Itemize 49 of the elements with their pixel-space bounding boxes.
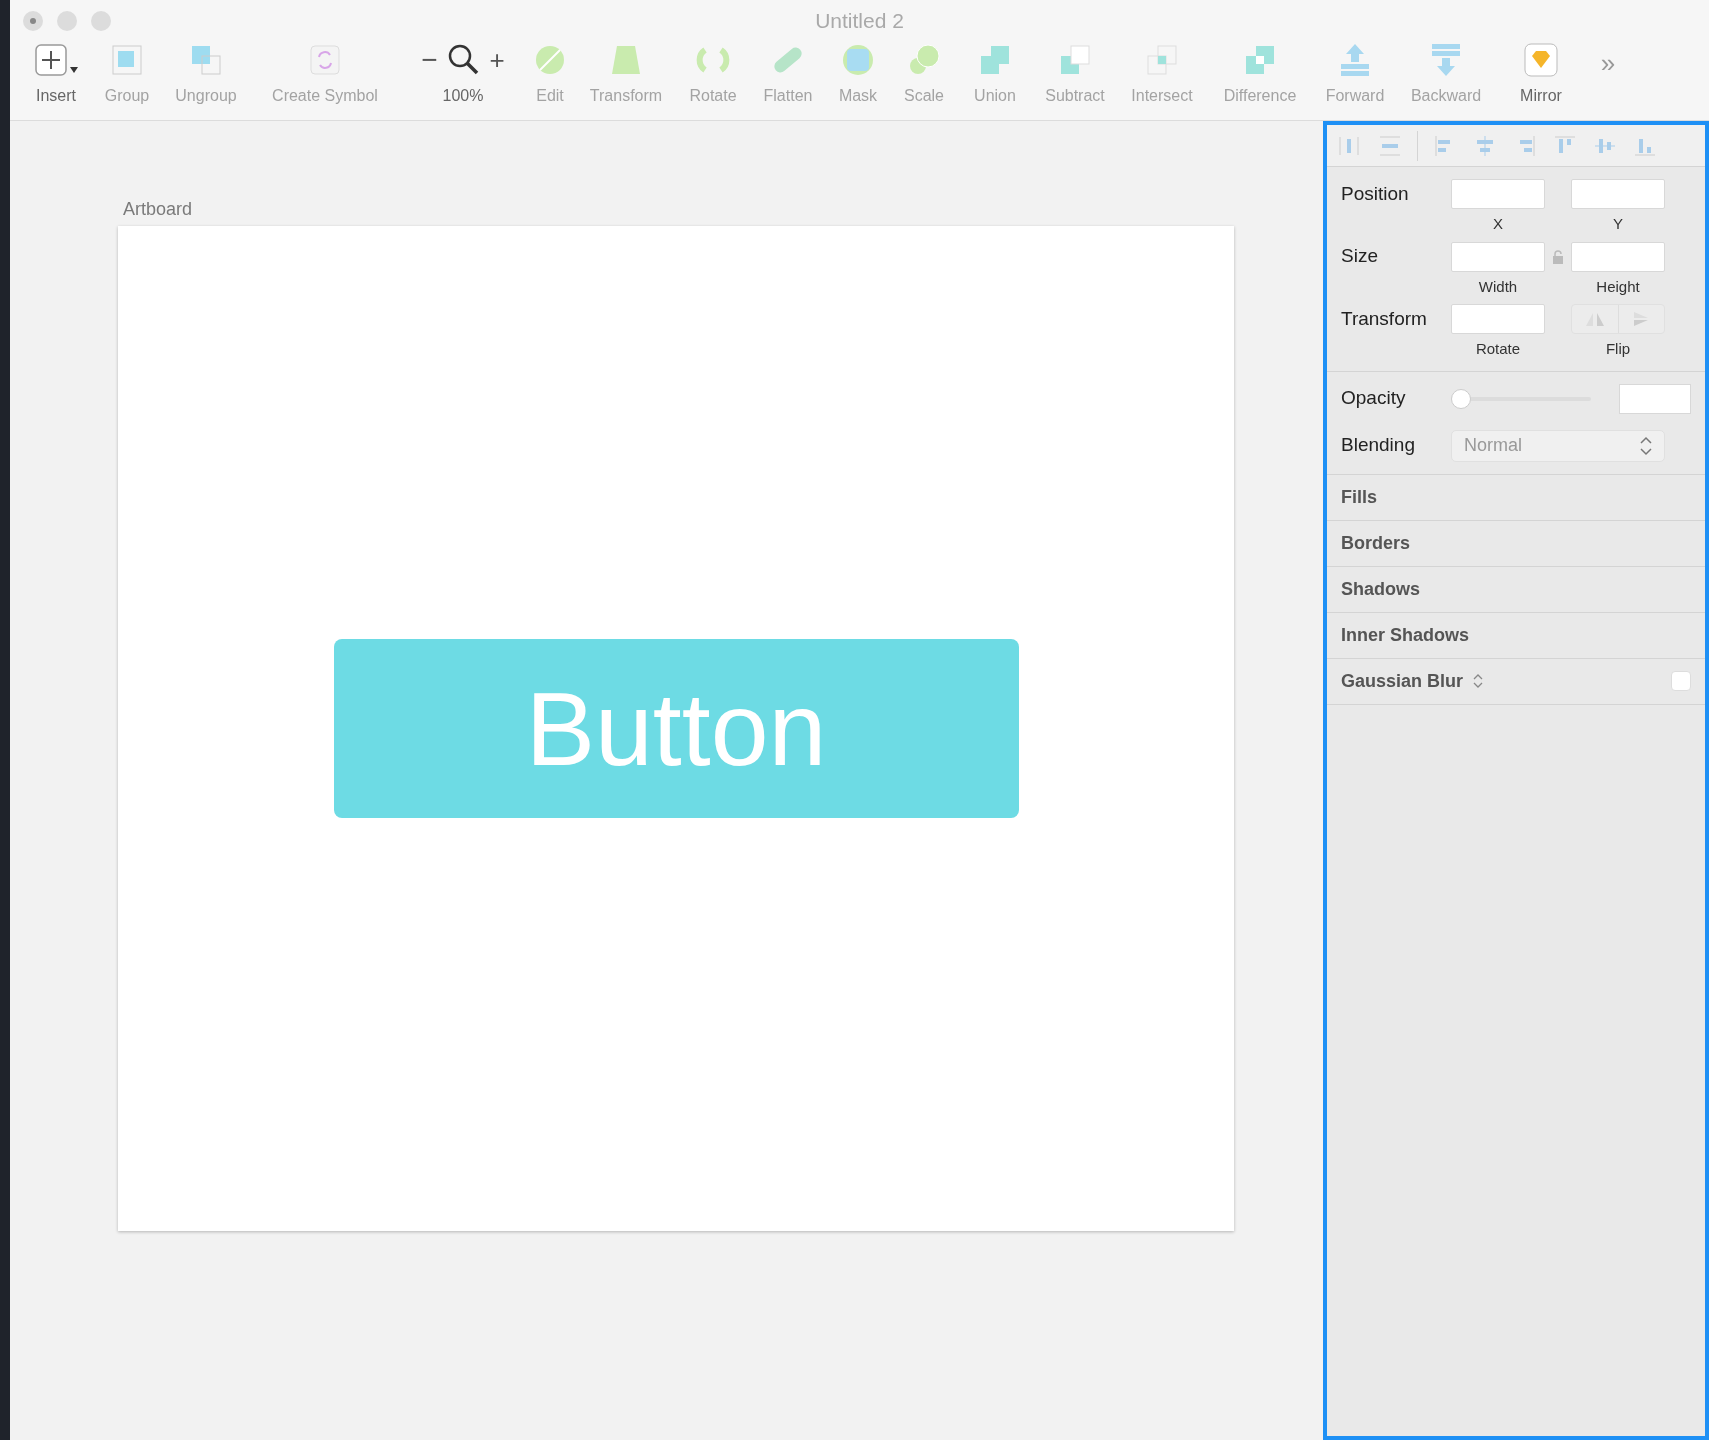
mask-icon (840, 42, 876, 78)
field-caption: Y (1612, 214, 1624, 234)
number-field[interactable] (1451, 179, 1545, 209)
checkbox[interactable] (1671, 671, 1691, 691)
section-header[interactable]: Shadows (1341, 575, 1420, 603)
chevron-updown-icon[interactable] (1473, 672, 1484, 690)
caret-icon (69, 66, 79, 74)
number-field[interactable] (1571, 179, 1665, 209)
field-caption: Height (1595, 276, 1641, 297)
plus-icon (33, 42, 69, 78)
insert-button[interactable]: Insert (24, 42, 88, 108)
slider-thumb[interactable] (1451, 388, 1471, 409)
field-label: Blending (1341, 433, 1416, 458)
blending-dropdown[interactable]: Normal (1451, 429, 1665, 462)
zoom-out-button[interactable]: − (421, 46, 438, 74)
chevron-updown-icon (1640, 434, 1652, 457)
minimize-button[interactable] (57, 11, 77, 31)
lock-icon[interactable] (1552, 249, 1564, 264)
artboard-label: Artboard (123, 198, 193, 221)
number-field[interactable] (1451, 304, 1545, 334)
field-caption: X (1492, 214, 1504, 234)
field-caption: Rotate (1474, 339, 1522, 359)
number-field[interactable] (1571, 241, 1665, 272)
field-label: Transform (1341, 306, 1428, 331)
overflow-button[interactable]: » (1588, 48, 1628, 78)
flip-horizontal-icon (1583, 311, 1606, 327)
button-shape: Button (333, 639, 1019, 818)
zoom-button[interactable] (91, 11, 111, 31)
zoom-level: 100% (442, 86, 484, 106)
group-icon (109, 42, 145, 78)
field-label: Position (1341, 181, 1410, 206)
number-field[interactable] (1451, 241, 1545, 272)
section-header[interactable]: Gaussian Blur (1341, 667, 1464, 695)
distribute-vertical-icon[interactable] (1377, 133, 1403, 158)
field-caption: Flip (1604, 339, 1632, 359)
opacity-field[interactable] (1619, 383, 1691, 414)
zoom-in-button[interactable]: + (489, 47, 505, 73)
field-label: Opacity (1341, 386, 1407, 411)
section-header[interactable]: Inner Shadows (1341, 621, 1470, 649)
section-header[interactable]: Borders (1341, 529, 1411, 557)
toolbar-button[interactable]: Mirror (1494, 42, 1588, 108)
intersect-icon (1144, 42, 1180, 78)
close-button[interactable] (23, 11, 43, 31)
window-title: Untitled 2 (815, 8, 904, 35)
field-caption: Width (1477, 276, 1519, 297)
section-header[interactable]: Fills (1341, 483, 1377, 511)
field-label: Size (1341, 244, 1379, 269)
opacity-slider[interactable] (1451, 388, 1591, 409)
flip-control[interactable] (1571, 304, 1665, 334)
